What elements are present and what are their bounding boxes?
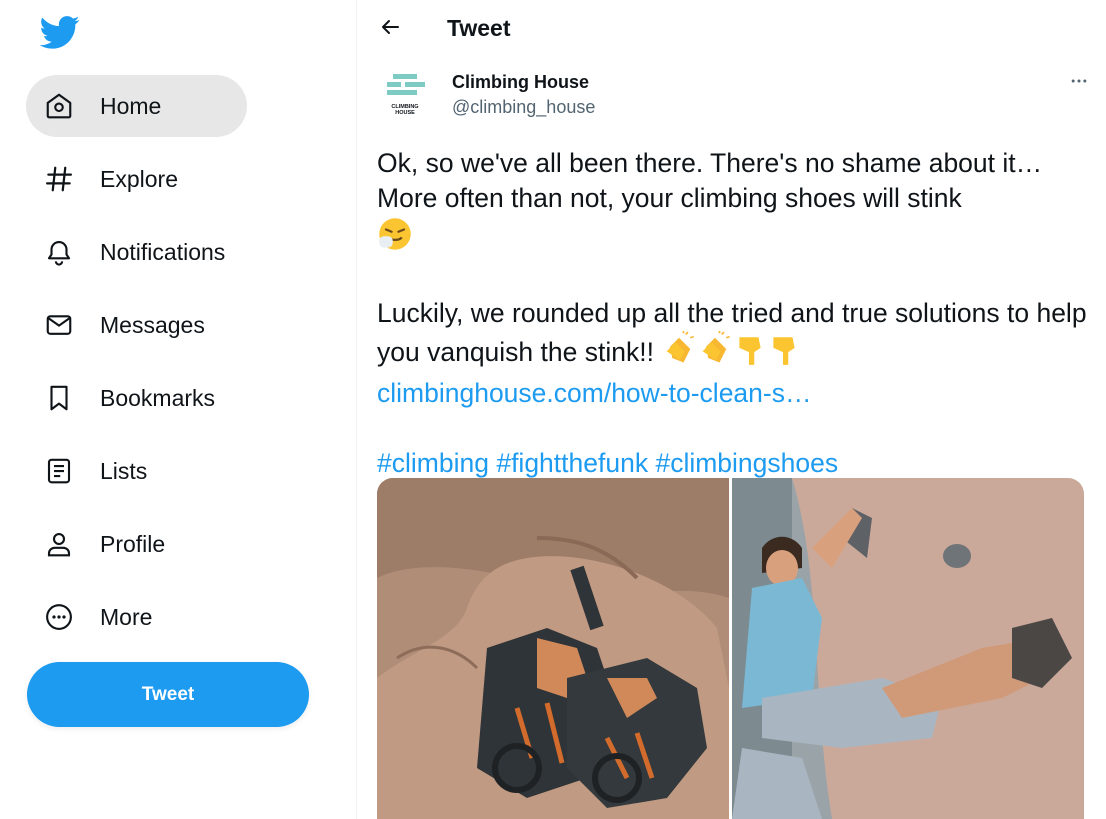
- nav-item-messages[interactable]: Messages: [26, 294, 247, 356]
- twitter-logo-icon[interactable]: [39, 12, 80, 52]
- tweet-link[interactable]: climbinghouse.com/how-to-clean-s…: [377, 378, 811, 408]
- tweet-text-line1: Ok, so we've all been there. There's no …: [377, 148, 1043, 213]
- ellipsis-icon: [1069, 71, 1089, 96]
- nav-label-explore: Explore: [100, 165, 178, 192]
- person-icon: [42, 527, 76, 561]
- more-circle-icon: [42, 600, 76, 634]
- more-options-button[interactable]: [1066, 70, 1092, 96]
- author-avatar[interactable]: CLIMBING HOUSE: [377, 68, 433, 124]
- nav-item-profile[interactable]: Profile: [26, 513, 247, 575]
- nav-label-more: More: [100, 603, 153, 630]
- photo-climber[interactable]: [732, 478, 1084, 819]
- nav-item-notifications[interactable]: Notifications: [26, 221, 247, 283]
- nav-label-bookmarks: Bookmarks: [100, 384, 216, 411]
- tweet-media: [377, 478, 1084, 819]
- nav-item-home[interactable]: Home: [26, 75, 248, 137]
- main-nav: Home Explore Notifications Messages Book…: [26, 75, 248, 659]
- hashtag-link[interactable]: #climbingshoes: [655, 448, 838, 478]
- back-button[interactable]: [375, 14, 405, 44]
- compose-tweet-button[interactable]: Tweet: [27, 662, 309, 727]
- clapping-hands-emoji: [697, 331, 733, 376]
- sidebar: Home Explore Notifications Messages Book…: [0, 0, 356, 819]
- nav-item-bookmarks[interactable]: Bookmarks: [26, 367, 247, 429]
- nav-label-home: Home: [100, 92, 162, 119]
- bell-icon: [42, 235, 76, 269]
- author-name[interactable]: Climbing House: [452, 72, 589, 93]
- tweet-hashtags: #climbing #fightthefunk #climbingshoes: [377, 446, 1089, 481]
- tweet-author: CLIMBING HOUSE Climbing House @climbing_…: [377, 68, 1092, 124]
- nav-label-profile: Profile: [100, 530, 166, 557]
- nav-item-more[interactable]: More: [26, 586, 247, 648]
- hashtag-link[interactable]: #climbing: [377, 448, 489, 478]
- author-handle[interactable]: @climbing_house: [452, 97, 595, 118]
- photo-climbing-shoes[interactable]: [377, 478, 729, 819]
- clapping-hands-emoji: [661, 331, 697, 376]
- sneezing-face-emoji: [377, 216, 413, 261]
- tweet-paragraph-2: Luckily, we rounded up all the tried and…: [377, 296, 1089, 411]
- hashtag-icon: [42, 162, 76, 196]
- nav-label-messages: Messages: [100, 311, 205, 338]
- pointing-down-emoji: [767, 333, 801, 376]
- bookmark-icon: [42, 381, 76, 415]
- tweet-detail: Tweet CLIMBING HOUSE Climbing House @cli…: [357, 0, 1106, 819]
- tweet-paragraph-1: Ok, so we've all been there. There's no …: [377, 146, 1089, 261]
- svg-text:HOUSE: HOUSE: [395, 110, 415, 116]
- nav-label-notifications: Notifications: [100, 238, 226, 265]
- nav-item-explore[interactable]: Explore: [26, 148, 247, 210]
- home-icon: [42, 89, 76, 123]
- envelope-icon: [42, 308, 76, 342]
- tweet-header: Tweet: [357, 0, 1106, 58]
- nav-label-lists: Lists: [100, 457, 148, 484]
- arrow-left-icon: [378, 15, 402, 44]
- page-title: Tweet: [447, 15, 511, 41]
- list-icon: [42, 454, 76, 488]
- nav-item-lists[interactable]: Lists: [26, 440, 247, 502]
- tweet-body: Ok, so we've all been there. There's no …: [377, 146, 1089, 481]
- hashtag-link[interactable]: #fightthefunk: [496, 448, 648, 478]
- pointing-down-emoji: [733, 333, 767, 376]
